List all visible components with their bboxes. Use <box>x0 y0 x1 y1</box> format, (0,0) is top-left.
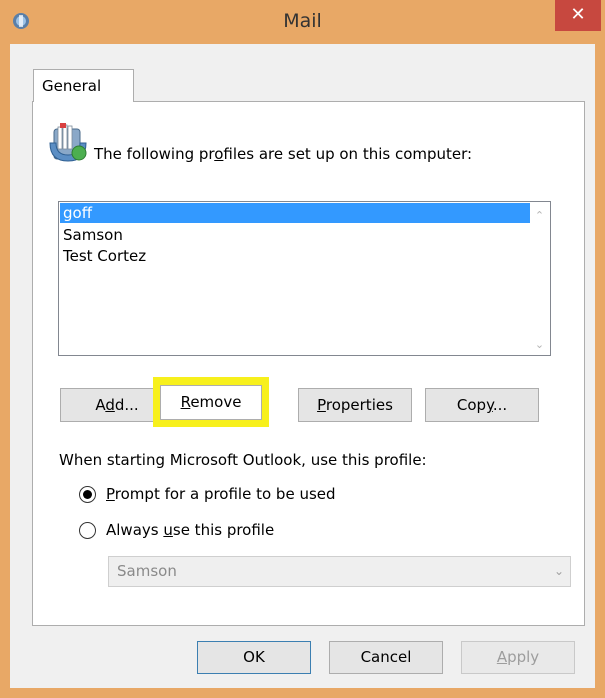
profile-combobox-value: Samson <box>117 562 177 580</box>
always-label-part1: Always <box>106 521 164 539</box>
scroll-up-arrow-icon[interactable]: ⌃ <box>530 206 549 225</box>
profile-list-item[interactable]: Test Cortez <box>60 246 531 266</box>
title-bar[interactable]: Mail ✕ <box>0 0 605 44</box>
profiles-label: The following profiles are set up on thi… <box>94 145 472 163</box>
profiles-label-part1: The following pr <box>94 145 215 163</box>
chevron-down-icon: ⌄ <box>553 564 564 578</box>
add-label-part1: A <box>95 396 106 414</box>
close-icon: ✕ <box>570 4 586 25</box>
properties-button[interactable]: Properties <box>298 388 412 422</box>
scroll-down-arrow-icon[interactable]: ⌄ <box>530 335 549 354</box>
profile-list-item[interactable]: Samson <box>60 225 531 245</box>
properties-label-mnemonic: P <box>317 396 326 414</box>
always-label-part2: se this profile <box>172 521 275 539</box>
remove-label-mnemonic: R <box>180 393 191 411</box>
radio-selected-dot <box>83 490 92 499</box>
remove-button[interactable]: Remove <box>160 385 262 420</box>
ok-button[interactable]: OK <box>197 641 311 674</box>
profiles-label-part2: files are set up on this computer: <box>223 145 473 163</box>
copy-label-part2: ... <box>492 396 508 414</box>
prompt-label-mnemonic: P <box>106 485 115 503</box>
cancel-button[interactable]: Cancel <box>329 641 443 674</box>
always-profile-radio[interactable] <box>79 522 96 539</box>
remove-label-part2: emove <box>190 393 242 411</box>
dialog-client-area: General The following profiles are set u… <box>10 44 595 688</box>
add-label-mnemonic: d <box>105 396 115 414</box>
apply-label-mnemonic: A <box>496 648 508 666</box>
listbox-scrollbar[interactable]: ⌃ ⌄ <box>530 203 549 354</box>
copy-label-mnemonic: y <box>486 396 493 414</box>
copy-button[interactable]: Copy... <box>425 388 539 422</box>
profile-combobox[interactable]: Samson ⌄ <box>108 556 571 587</box>
properties-label-part2: roperties <box>325 396 393 414</box>
startup-profile-label: When starting Microsoft Outlook, use thi… <box>59 451 427 469</box>
apply-label-part2: pply <box>507 648 540 666</box>
close-button[interactable]: ✕ <box>555 0 601 31</box>
prompt-label-part2: rompt for a profile to be used <box>114 485 336 503</box>
always-profile-label[interactable]: Always use this profile <box>106 521 274 539</box>
prompt-profile-radio[interactable] <box>79 486 96 503</box>
general-tab-panel: The following profiles are set up on thi… <box>32 101 585 626</box>
mail-dialog-window: Mail ✕ General The following profiles ar… <box>0 0 605 698</box>
tab-general[interactable]: General <box>33 69 134 102</box>
apply-button[interactable]: Apply <box>461 641 575 674</box>
add-label-part2: d... <box>114 396 139 414</box>
profile-list-item[interactable]: goff <box>60 203 531 223</box>
window-title: Mail <box>283 10 322 32</box>
copy-label-part1: Cop <box>456 396 487 414</box>
prompt-profile-label[interactable]: Prompt for a profile to be used <box>106 485 336 503</box>
mail-profiles-icon <box>49 123 87 162</box>
profiles-listbox[interactable]: goff Samson Test Cortez ⌃ ⌄ <box>58 201 551 356</box>
always-label-mnemonic: u <box>163 521 173 539</box>
